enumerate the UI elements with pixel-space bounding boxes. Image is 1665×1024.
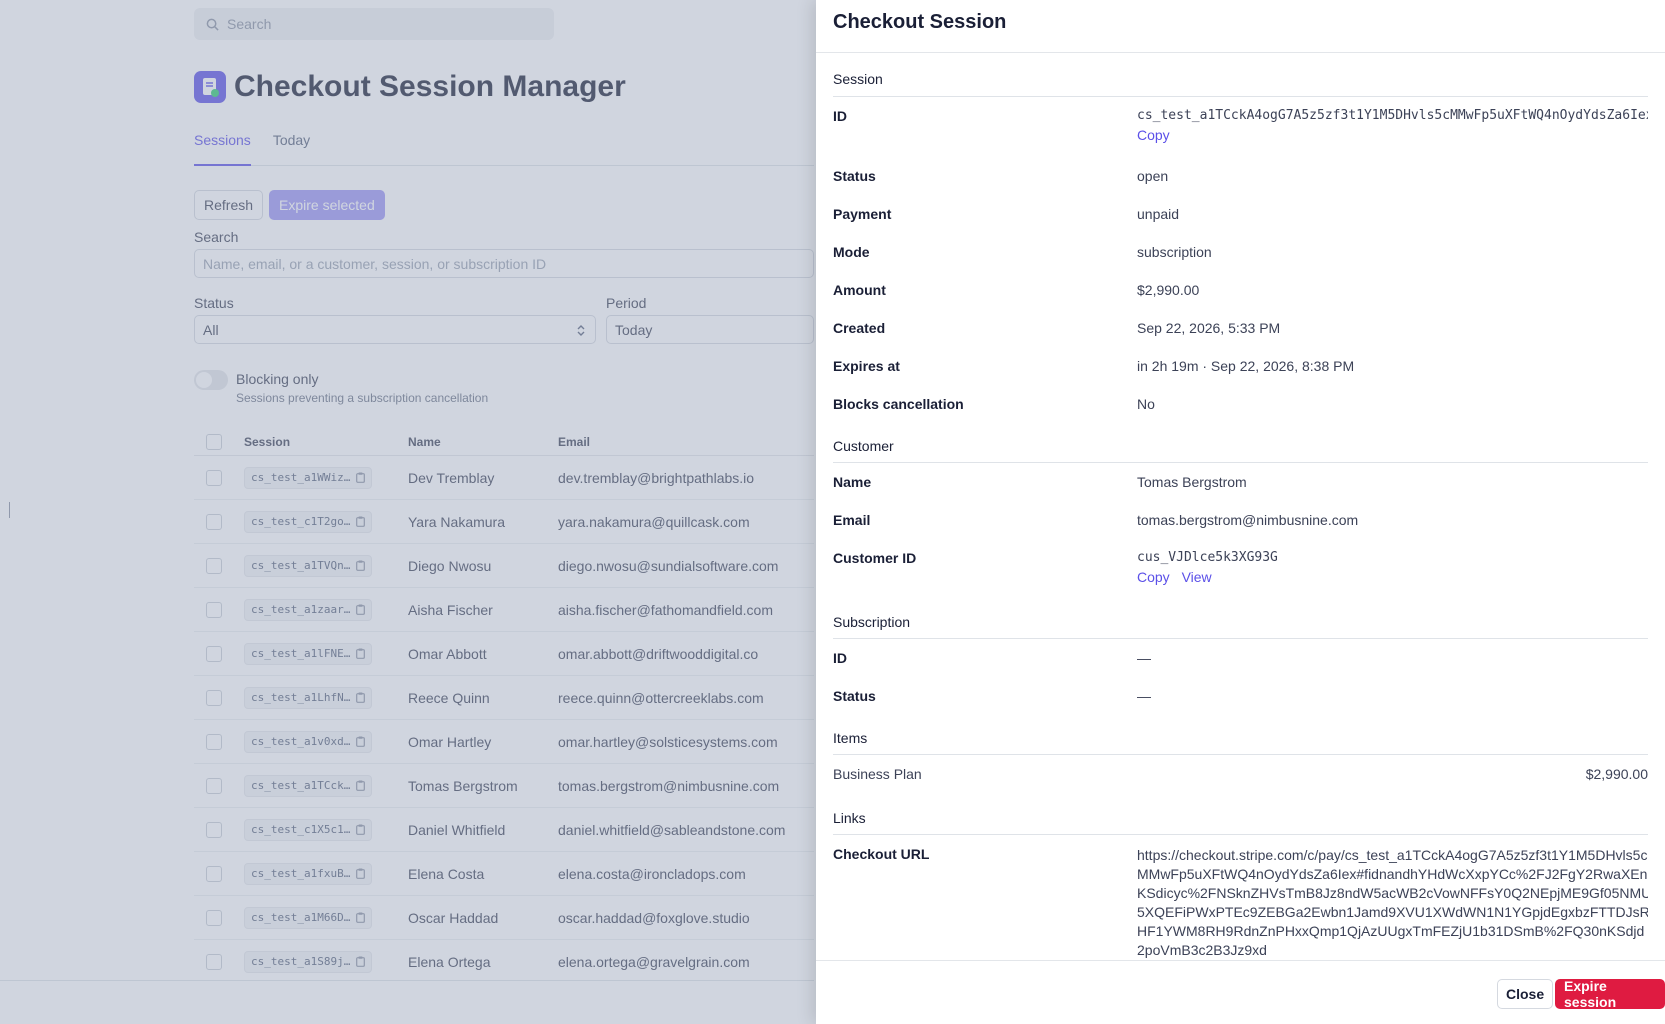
customer-id-label: Customer ID — [833, 550, 917, 566]
session-id-value: cs_test_a1TCckA4ogG7A5z5zf3t1Y1M5DHvls5c… — [1137, 108, 1648, 123]
customer-name-label: Name — [833, 474, 872, 490]
expires-row: Expires at in 2h 19m · Sep 22, 2026, 8:3… — [833, 347, 1648, 385]
amount-label: Amount — [833, 282, 886, 298]
amount-value: $2,990.00 — [1137, 282, 1200, 298]
checkout-url-row: Checkout URL https://checkout.stripe.com… — [833, 835, 1648, 960]
customer-email-value: tomas.bergstrom@nimbusnine.com — [1137, 512, 1359, 528]
customer-id-row: Customer ID cus_VJDlce5k3XG93G Copy View — [833, 539, 1648, 599]
session-id-label: ID — [833, 108, 847, 124]
mode-value: subscription — [1137, 244, 1212, 260]
drawer-header: Checkout Session — [816, 0, 1665, 53]
links-section-title: Links — [833, 795, 1648, 835]
created-label: Created — [833, 320, 886, 336]
drawer-title: Checkout Session — [833, 11, 1007, 33]
session-section-title: Session — [833, 53, 1648, 97]
view-customer-link[interactable]: View — [1182, 569, 1212, 585]
items-section-title: Items — [833, 715, 1648, 755]
subscription-status-row: Status — — [833, 677, 1648, 715]
checkout-url-label: Checkout URL — [833, 846, 930, 862]
amount-row: Amount $2,990.00 — [833, 271, 1648, 309]
expires-label: Expires at — [833, 358, 900, 374]
line-item: Business Plan $2,990.00 — [833, 755, 1648, 795]
subscription-id-row: ID — — [833, 639, 1648, 677]
drawer-footer: Close Expire session — [816, 960, 1665, 1024]
status-label: Status — [833, 168, 876, 184]
created-row: Created Sep 22, 2026, 5:33 PM — [833, 309, 1648, 347]
checkout-session-drawer: Checkout Session Session ID cs_test_a1TC… — [816, 0, 1665, 1024]
copy-session-id-link[interactable]: Copy — [1137, 127, 1170, 143]
status-value: open — [1137, 168, 1169, 184]
expire-session-button[interactable]: Expire session — [1555, 978, 1665, 1010]
customer-id-value: cus_VJDlce5k3XG93G — [1137, 550, 1278, 565]
customer-section-title: Customer — [833, 423, 1648, 463]
customer-name-value: Tomas Bergstrom — [1137, 474, 1247, 490]
customer-email-row: Email tomas.bergstrom@nimbusnine.com — [833, 501, 1648, 539]
subscription-status-value: — — [1137, 688, 1151, 704]
session-id-row: ID cs_test_a1TCckA4ogG7A5z5zf3t1Y1M5DHvl… — [833, 97, 1648, 157]
close-button[interactable]: Close — [1497, 979, 1554, 1009]
checkout-url-value[interactable]: https://checkout.stripe.com/c/pay/cs_tes… — [1137, 846, 1648, 960]
customer-name-row: Name Tomas Bergstrom — [833, 463, 1648, 501]
line-item-amount: $2,990.00 — [1585, 766, 1648, 782]
subscription-section-title: Subscription — [833, 599, 1648, 639]
mode-row: Mode subscription — [833, 233, 1648, 271]
subscription-status-label: Status — [833, 688, 876, 704]
copy-customer-id-link[interactable]: Copy — [1137, 569, 1170, 585]
payment-row: Payment unpaid — [833, 195, 1648, 233]
blocks-cancellation-value: No — [1137, 396, 1155, 412]
customer-email-label: Email — [833, 512, 871, 528]
payment-label: Payment — [833, 206, 892, 222]
subscription-id-value: — — [1137, 650, 1151, 666]
expires-value: in 2h 19m · Sep 22, 2026, 8:38 PM — [1137, 358, 1355, 374]
drawer-body[interactable]: Session ID cs_test_a1TCckA4ogG7A5z5zf3t1… — [833, 53, 1648, 960]
blocks-cancellation-label: Blocks cancellation — [833, 396, 964, 412]
status-row: Status open — [833, 157, 1648, 195]
payment-value: unpaid — [1137, 206, 1180, 222]
line-item-name: Business Plan — [833, 766, 922, 782]
created-value: Sep 22, 2026, 5:33 PM — [1137, 320, 1281, 336]
mode-label: Mode — [833, 244, 870, 260]
blocks-cancellation-row: Blocks cancellation No — [833, 385, 1648, 423]
subscription-id-label: ID — [833, 650, 847, 666]
